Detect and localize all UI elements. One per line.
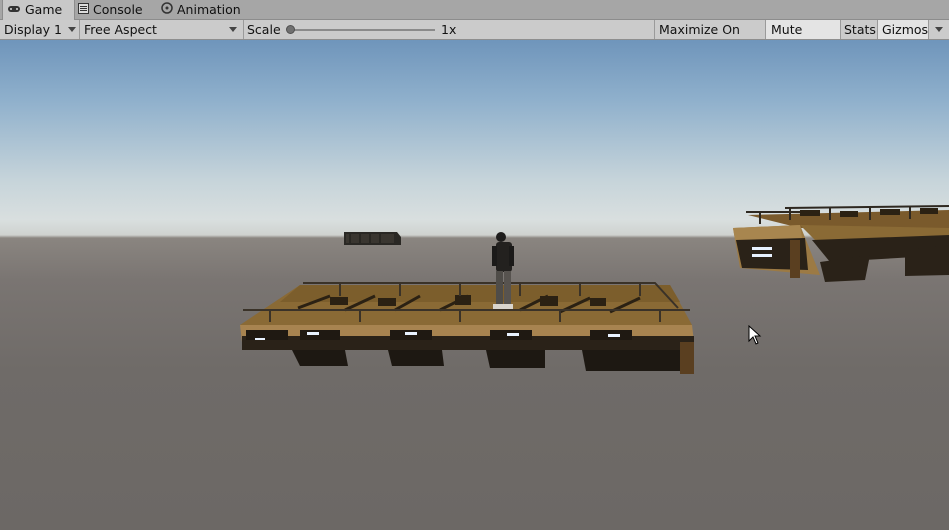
scale-slider-thumb[interactable] [286,25,295,34]
gamepad-icon [7,0,21,20]
maximize-on-play-button[interactable]: Maximize On Play [655,20,764,56]
tab-animation[interactable]: Animation [161,0,241,20]
mouse-cursor-icon [748,325,762,345]
chevron-down-icon [68,27,76,32]
display-dropdown[interactable]: Display 1 [0,20,78,39]
distant-platform [733,205,949,282]
mute-audio-button[interactable]: Mute Audio [766,20,840,56]
toolbar-divider [243,20,244,39]
scale-label: Scale [247,22,281,37]
game-viewport[interactable] [0,40,949,530]
game-view-toolbar: Display 1 Free Aspect Scale 1x Maximize … [0,20,949,56]
stats-button[interactable]: Stats [841,20,877,39]
tab-game[interactable]: Game [2,0,75,20]
chevron-down-icon [229,27,237,32]
stats-label: Stats [844,22,876,37]
tab-animation-label: Animation [177,2,241,17]
scale-value: 1x [441,22,457,37]
gizmos-label: Gizmos [882,22,929,37]
aspect-dropdown-label: Free Aspect [84,22,157,37]
aspect-dropdown[interactable]: Free Aspect [80,20,242,39]
scene-render [240,205,949,374]
tab-console[interactable]: Console [78,0,143,20]
tab-console-label: Console [93,2,143,17]
animation-icon [161,0,173,20]
chevron-down-icon [935,27,943,32]
scale-slider-track[interactable] [290,29,435,31]
tab-game-label: Game [25,2,63,17]
main-platform [240,282,694,374]
gizmos-dropdown[interactable] [929,20,949,39]
display-dropdown-label: Display 1 [4,22,63,37]
floating-crate [344,232,401,245]
gizmos-button[interactable]: Gizmos [878,20,928,39]
console-icon [78,0,89,20]
editor-tab-bar: Game Console Animation [0,0,949,20]
